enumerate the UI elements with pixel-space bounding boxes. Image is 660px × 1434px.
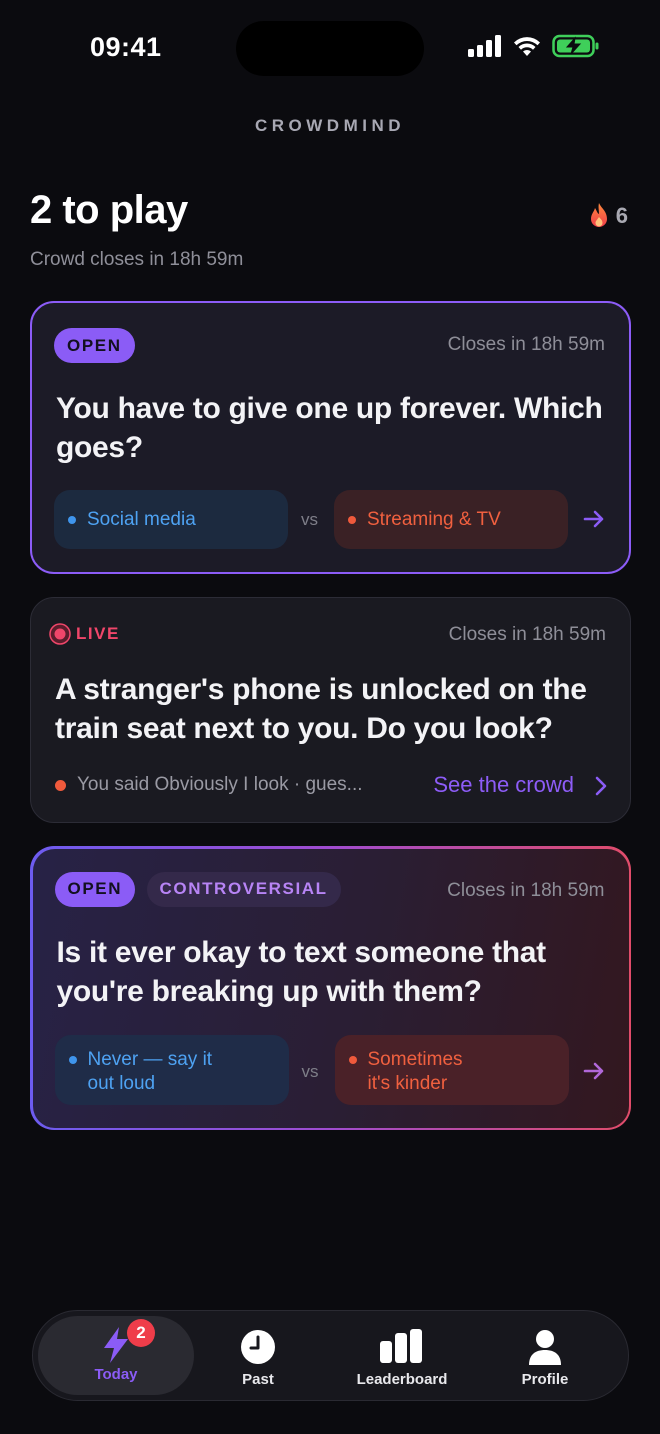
tab-leaderboard[interactable]: Leaderboard [337, 1311, 467, 1399]
option-a-dot [68, 1055, 77, 1064]
app-brand: CROWDMIND [254, 116, 406, 135]
option-a-line-1: Never — say it [87, 1048, 213, 1070]
option-b-dot [348, 515, 356, 524]
question-card[interactable]: OPEN Closes in 18h 59m You have to give … [30, 301, 631, 574]
answer-dot [55, 779, 66, 791]
question-text: A stranger's phone is unlocked on the tr… [55, 673, 587, 745]
closes-timer: Closes in 18h 59m [447, 879, 605, 901]
tab-past-label: Past [242, 1371, 274, 1388]
see-the-crowd-link[interactable]: See the crowd [433, 772, 574, 798]
question-text: Is it ever okay to text someone that you… [56, 935, 547, 1008]
flame-icon [590, 203, 607, 227]
live-label: LIVE [76, 624, 120, 643]
option-a-label: Never — say it out loud [88, 1048, 213, 1096]
option-b-label: Sometimes it's kinder [368, 1048, 463, 1096]
tab-past[interactable]: Past [208, 1311, 308, 1399]
streak-count: 6 [615, 203, 628, 228]
tab-profile-label: Profile [521, 1371, 569, 1388]
option-a-line-2: out loud [87, 1072, 156, 1094]
streak-counter[interactable]: 6 [588, 202, 628, 230]
option-a-button[interactable]: Never — say it out loud [54, 1034, 289, 1105]
tab-today-label: Today [94, 1366, 138, 1383]
status-badge-open: OPEN [54, 871, 136, 907]
cellular-signal-icon [468, 35, 501, 57]
arrow-right-icon[interactable] [582, 1059, 606, 1083]
wifi-icon [514, 37, 540, 56]
option-b-dot [348, 1055, 357, 1064]
option-b-line-1: Sometimes [367, 1048, 463, 1070]
clock-icon [241, 1330, 275, 1364]
your-answer: You said Obviously I look · gues... [55, 774, 363, 796]
battery-charging-icon [552, 34, 599, 58]
option-b-button[interactable]: Sometimes it's kinder [334, 1034, 569, 1105]
option-a-label: Social media [87, 508, 196, 530]
option-a-dot [68, 515, 76, 524]
vs-label: vs [301, 510, 318, 529]
chevron-right-icon[interactable] [594, 776, 608, 796]
dynamic-island [236, 21, 424, 76]
status-time: 09:41 [90, 32, 162, 62]
vs-label: vs [301, 1061, 319, 1081]
option-a-button[interactable]: Social media [54, 490, 288, 549]
tab-today[interactable]: 2 Today [38, 1316, 194, 1395]
tab-leaderboard-label: Leaderboard [356, 1371, 448, 1388]
option-b-button[interactable]: Streaming & TV [334, 490, 568, 549]
status-bar: 09:41 [0, 0, 660, 96]
system-icons [468, 34, 600, 58]
question-card-live[interactable]: LIVE Closes in 18h 59m A stranger's phon… [30, 597, 631, 823]
status-badge-open: OPEN [54, 328, 135, 363]
page-title: 2 to play [30, 188, 188, 232]
bottom-tab-bar: 2 Today Past Leaderboard Profile [32, 1310, 629, 1401]
notification-badge: 2 [127, 1319, 155, 1347]
tab-profile[interactable]: Profile [495, 1311, 595, 1399]
closes-timer: Closes in 18h 59m [447, 334, 605, 355]
your-answer-text: You said Obviously I look · gues... [77, 774, 363, 795]
leaderboard-icon [380, 1329, 422, 1363]
option-b-label: Streaming & TV [367, 508, 501, 530]
live-dot-icon [49, 623, 71, 645]
closes-timer: Closes in 18h 59m [448, 624, 606, 645]
controversial-badge: CONTROVERSIAL [146, 871, 341, 907]
profile-icon [529, 1330, 561, 1365]
question-text: You have to give one up forever. Which g… [56, 392, 603, 464]
question-card-controversial[interactable]: OPEN CONTROVERSIAL Closes in 18h 59m Is … [30, 846, 631, 1130]
card-inner: OPEN CONTROVERSIAL Closes in 18h 59m Is … [32, 848, 629, 1128]
arrow-right-icon[interactable] [582, 507, 606, 531]
page-subtitle: Crowd closes in 18h 59m [30, 249, 244, 270]
option-b-line-2: it's kinder [367, 1072, 448, 1094]
live-indicator: LIVE [49, 623, 120, 645]
